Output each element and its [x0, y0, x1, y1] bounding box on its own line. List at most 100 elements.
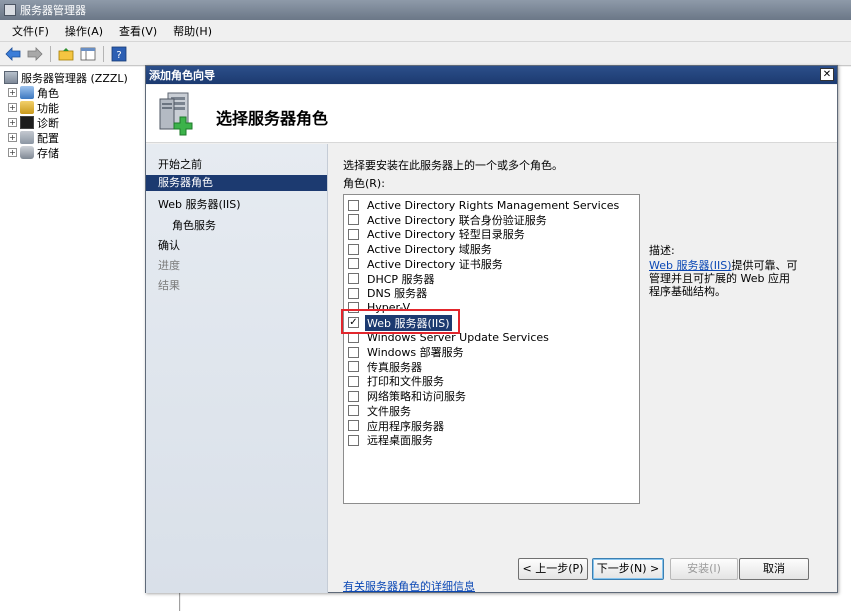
window-title: 服务器管理器	[20, 4, 86, 17]
role-item[interactable]: 文件服务	[348, 404, 413, 418]
role-item[interactable]: Active Directory 域服务	[348, 242, 494, 256]
install-button: 安装(I)	[670, 558, 738, 580]
toolbar-separator	[50, 45, 51, 62]
wizard-page-title: 选择服务器角色	[216, 109, 329, 128]
role-item[interactable]: Active Directory 轻型目录服务	[348, 227, 527, 241]
role-checkbox[interactable]	[348, 258, 359, 270]
tree-item-label: 存储	[37, 146, 59, 160]
role-item[interactable]: 远程桌面服务	[348, 433, 435, 447]
description-title: 描述:	[649, 244, 675, 257]
role-label: Active Directory Rights Management Servi…	[367, 198, 620, 212]
expand-icon[interactable]: +	[8, 103, 17, 112]
role-item[interactable]: DNS 服务器	[348, 286, 429, 300]
diagnostics-icon	[20, 116, 34, 129]
next-button[interactable]: 下一步(N) >	[592, 558, 664, 580]
role-checkbox[interactable]	[348, 199, 359, 211]
tree-item-label: 功能	[37, 101, 59, 115]
add-roles-wizard: 添加角色向导 ✕ 选择服务器角色 开始之前 服务器角色 Web 服务器(IIS)…	[145, 65, 838, 593]
role-checkbox[interactable]	[348, 390, 359, 402]
role-label: Active Directory 证书服务	[367, 257, 503, 271]
role-checkbox[interactable]	[348, 375, 359, 387]
role-label: 传真服务器	[367, 360, 422, 374]
role-label: Active Directory 轻型目录服务	[367, 228, 525, 242]
role-checkbox[interactable]	[348, 405, 359, 417]
more-info-link[interactable]: 有关服务器角色的详细信息	[343, 578, 475, 594]
dialog-title: 添加角色向导	[149, 69, 215, 82]
role-item[interactable]: 网络策略和访问服务	[348, 389, 468, 403]
highlight-box	[341, 309, 460, 334]
show-hide-tree-icon[interactable]	[79, 45, 97, 63]
menu-help[interactable]: 帮助(H)	[165, 23, 220, 39]
role-label: 网络策略和访问服务	[367, 390, 466, 404]
tree-item-label: 诊断	[37, 116, 59, 130]
close-icon[interactable]: ✕	[820, 68, 834, 81]
features-icon	[20, 101, 34, 114]
instruction-text: 选择要安装在此服务器上的一个或多个角色。	[343, 159, 563, 172]
role-item[interactable]: Active Directory 联合身份验证服务	[348, 213, 549, 227]
role-checkbox[interactable]	[348, 287, 359, 299]
dialog-titlebar: 添加角色向导	[146, 66, 837, 84]
role-checkbox[interactable]	[348, 214, 359, 226]
role-label: Windows 部署服务	[367, 346, 464, 359]
description-link[interactable]: Web 服务器(IIS)	[649, 259, 732, 272]
role-item[interactable]: DHCP 服务器	[348, 272, 437, 286]
step-confirmation[interactable]: 确认	[158, 237, 180, 253]
role-checkbox[interactable]	[348, 243, 359, 255]
server-manager-icon	[4, 4, 16, 16]
step-web-server-iis[interactable]: Web 服务器(IIS)	[158, 196, 241, 212]
tree-item-label: 配置	[37, 131, 59, 145]
role-checkbox[interactable]	[348, 228, 359, 240]
menu-view[interactable]: 查看(V)	[111, 23, 165, 39]
role-label: 远程桌面服务	[367, 434, 433, 448]
role-item[interactable]: Windows 部署服务	[348, 345, 466, 359]
wizard-buttons: < 上一步(P) 下一步(N) > 安装(I) 取消	[146, 558, 837, 580]
menu-bar: 文件(F) 操作(A) 查看(V) 帮助(H)	[0, 20, 851, 42]
role-checkbox[interactable]	[348, 434, 359, 446]
role-item[interactable]: 传真服务器	[348, 360, 424, 374]
step-results: 结果	[158, 279, 180, 292]
cancel-button[interactable]: 取消	[739, 558, 809, 580]
expand-icon[interactable]: +	[8, 133, 17, 142]
role-item[interactable]: Active Directory Rights Management Servi…	[348, 198, 621, 212]
role-checkbox[interactable]	[348, 420, 359, 431]
menu-file[interactable]: 文件(F)	[4, 23, 57, 39]
wizard-header: 选择服务器角色	[146, 85, 837, 143]
back-icon[interactable]	[4, 45, 22, 63]
menu-action[interactable]: 操作(A)	[57, 23, 111, 39]
role-item[interactable]: 打印和文件服务	[348, 374, 446, 388]
toolbar: ?	[0, 42, 851, 66]
role-item[interactable]: 应用程序服务器	[348, 419, 446, 433]
tree-root-label: 服务器管理器 (ZZZL)	[21, 71, 128, 85]
role-label: 文件服务	[367, 404, 411, 418]
step-before-you-begin[interactable]: 开始之前	[158, 156, 202, 172]
step-server-roles[interactable]: 服务器角色	[146, 175, 327, 191]
server-icon	[4, 71, 18, 84]
server-roles-icon	[154, 91, 196, 137]
previous-button[interactable]: < 上一步(P)	[518, 558, 588, 580]
role-label: 应用程序服务器	[367, 419, 444, 433]
role-label: DNS 服务器	[367, 287, 428, 301]
roles-label: 角色(R):	[343, 177, 385, 190]
role-checkbox[interactable]	[348, 346, 359, 358]
svg-text:?: ?	[116, 50, 121, 61]
role-checkbox[interactable]	[348, 273, 359, 284]
expand-icon[interactable]: +	[8, 118, 17, 127]
role-label: Active Directory 联合身份验证服务	[367, 213, 547, 227]
storage-icon	[20, 146, 34, 159]
configuration-icon	[20, 131, 34, 144]
role-label: Active Directory 域服务	[367, 243, 492, 257]
forward-icon[interactable]	[26, 45, 44, 63]
help-icon[interactable]: ?	[110, 45, 128, 63]
expand-icon[interactable]: +	[8, 148, 17, 157]
expand-icon[interactable]: +	[8, 88, 17, 97]
role-item[interactable]: Active Directory 证书服务	[348, 257, 505, 271]
wizard-steps: 开始之前 服务器角色 Web 服务器(IIS) 角色服务 确认 进度 结果	[146, 144, 328, 593]
roles-list: Active Directory Rights Management Servi…	[343, 194, 640, 504]
tree-item-label: 角色	[37, 86, 59, 100]
step-role-services[interactable]: 角色服务	[172, 217, 216, 233]
wizard-content: 选择要安装在此服务器上的一个或多个角色。 角色(R): Active Direc…	[343, 144, 837, 593]
roles-icon	[20, 86, 34, 99]
window-titlebar: 服务器管理器	[0, 0, 851, 20]
up-folder-icon[interactable]	[57, 45, 75, 63]
role-checkbox[interactable]	[348, 361, 359, 373]
